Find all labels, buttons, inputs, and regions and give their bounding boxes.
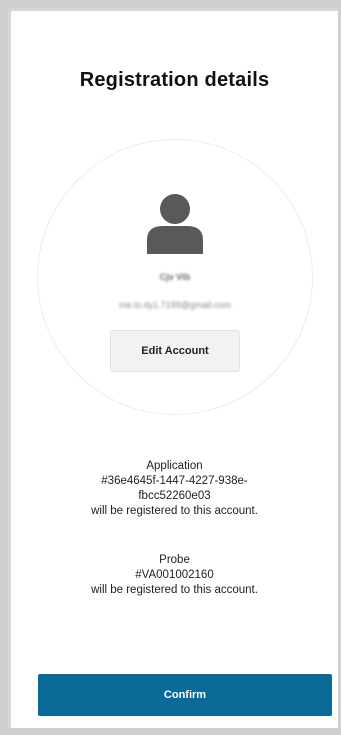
application-note: will be registered to this account.: [91, 505, 258, 517]
probe-id: #VA001002160: [135, 569, 214, 581]
application-id-line2: fbcc52260e03: [138, 490, 211, 502]
account-name: Cjv Vlb: [159, 272, 191, 282]
user-avatar-icon: [143, 190, 207, 254]
page-title: Registration details: [79, 69, 270, 91]
application-label: Application: [146, 460, 203, 472]
confirm-button[interactable]: Confirm: [38, 674, 332, 716]
probe-label: Probe: [159, 554, 190, 566]
probe-note: will be registered to this account.: [91, 584, 258, 596]
account-email: me.lo.dy1.7199@gmail.com: [119, 300, 231, 310]
account-card: Cjv Vlb me.lo.dy1.7199@gmail.com Edit Ac…: [37, 139, 313, 415]
application-info: Application #36e4645f-1447-4227-938e- fb…: [11, 459, 338, 519]
application-id-line1: #36e4645f-1447-4227-938e-: [101, 475, 248, 487]
probe-info: Probe #VA001002160 will be registered to…: [11, 553, 338, 598]
edit-account-button[interactable]: Edit Account: [110, 330, 240, 372]
registration-screen: Registration details Cjv Vlb me.lo.dy1.7…: [8, 8, 338, 728]
